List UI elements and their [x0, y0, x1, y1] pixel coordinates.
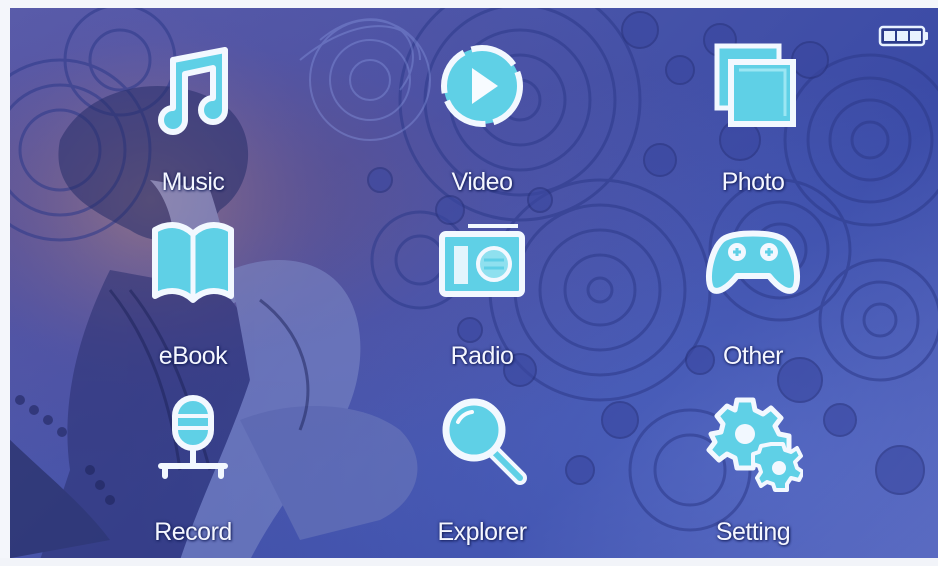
menu-item-photo[interactable]: Photo	[663, 36, 843, 196]
menu-item-radio[interactable]: Radio	[392, 210, 572, 370]
book-icon	[152, 222, 234, 303]
magnifier-icon	[442, 398, 527, 485]
screen-bezel-left	[0, 0, 10, 566]
menu-item-label: Radio	[450, 342, 514, 370]
menu-item-label: Explorer	[437, 518, 527, 546]
play-icon	[441, 45, 523, 127]
menu-item-other[interactable]: Other	[663, 210, 843, 370]
home-screen: Music Video Photo eBook Radio Other Reco…	[0, 0, 938, 566]
photo-icon	[714, 43, 796, 127]
menu-item-label: Record	[154, 518, 232, 546]
gamepad-icon	[705, 230, 801, 294]
battery-indicator	[878, 24, 930, 48]
menu-item-video[interactable]: Video	[392, 36, 572, 196]
menu-item-label: Music	[161, 168, 225, 196]
menu-item-music[interactable]: Music	[103, 36, 283, 196]
menu-item-record[interactable]: Record	[103, 386, 283, 546]
gears-icon	[706, 397, 803, 492]
screen-bezel-bottom	[0, 558, 938, 566]
menu-item-setting[interactable]: Setting	[663, 386, 843, 546]
menu-item-label: Video	[451, 168, 514, 196]
menu-item-label: Other	[722, 342, 784, 370]
menu-item-ebook[interactable]: eBook	[103, 210, 283, 370]
screen-bezel-top	[0, 0, 938, 8]
menu-item-label: Photo	[721, 168, 785, 196]
radio-icon	[439, 224, 525, 297]
microphone-icon	[158, 395, 228, 479]
music-note-icon	[158, 47, 228, 135]
menu-item-explorer[interactable]: Explorer	[392, 386, 572, 546]
menu-item-label: eBook	[158, 342, 228, 370]
menu-item-label: Setting	[715, 518, 791, 546]
battery-icon	[878, 25, 928, 47]
